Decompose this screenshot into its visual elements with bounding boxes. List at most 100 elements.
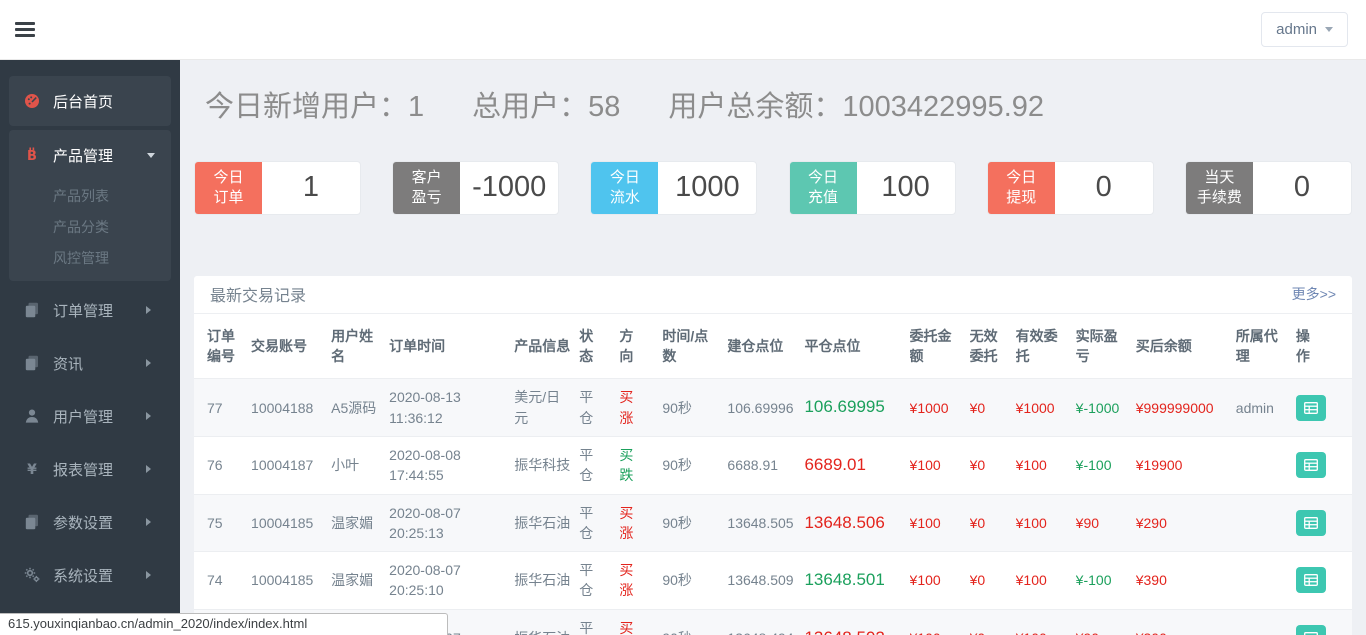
sidebar-item-1[interactable]: B 产品管理 xyxy=(9,130,171,180)
user-menu-button[interactable]: admin xyxy=(1261,12,1348,47)
topbar: admin xyxy=(0,0,1366,60)
sidebar-item-6[interactable]: 参数设置 xyxy=(9,497,171,547)
row-detail-button[interactable] xyxy=(1295,509,1326,536)
cell-invalid: ¥0 xyxy=(969,436,1016,495)
sidebar-item-label: 参数设置 xyxy=(53,514,114,532)
column-header: 所属代理 xyxy=(1235,313,1296,380)
cell-product: 振华科技 xyxy=(514,436,580,495)
sidebar-item-label: 报表管理 xyxy=(53,461,114,479)
files-icon xyxy=(23,355,41,371)
overview-stat: 今日新增用户：1 xyxy=(205,91,425,123)
cell-balance: ¥390 xyxy=(1135,551,1236,610)
sidebar-subitem[interactable]: 产品分类 xyxy=(9,211,171,242)
sidebar-menu: 后台首页 B 产品管理 产品列表 产品分类 风控管理 订单管理 资讯 用户管理 ¥ 报表管理 参数设置… xyxy=(0,76,180,600)
cell-invalid: ¥0 xyxy=(969,609,1016,635)
table-row: 77 10004188 A5源码 2020-08-13 11:36:12 美元/日元 平仓… xyxy=(194,378,1352,437)
dashboard-icon xyxy=(23,93,41,109)
sidebar-item-label: 用户管理 xyxy=(53,408,114,426)
stat-card-value: -1000 xyxy=(472,171,547,204)
cell-close-point: 13648.501 xyxy=(804,551,910,610)
row-detail-button[interactable] xyxy=(1295,452,1326,479)
cell-valid: ¥100 xyxy=(1015,436,1076,495)
cell-open-point: 13648.494 xyxy=(727,609,805,635)
cell-profit: ¥90 xyxy=(1075,494,1136,553)
chevron-down-icon xyxy=(1325,27,1333,36)
sidebar-toggle-button[interactable] xyxy=(15,22,35,37)
stat-card: 今日 流水 1000 xyxy=(590,160,758,215)
cell-balance: ¥999999000 xyxy=(1135,378,1236,437)
cell-account: 10004188 xyxy=(251,378,332,437)
sidebar-item-4[interactable]: 用户管理 xyxy=(9,391,171,441)
stat-card-value: 1000 xyxy=(675,171,740,204)
cell-order-id: 74 xyxy=(194,551,252,610)
cell-agent: admin xyxy=(1235,378,1296,437)
bitcoin-icon: B xyxy=(23,147,41,163)
column-header: 实际盈亏 xyxy=(1075,313,1136,380)
row-detail-button[interactable] xyxy=(1295,625,1326,635)
cell-action xyxy=(1295,436,1352,495)
stat-card-value: 0 xyxy=(1293,171,1310,204)
cell-open-point: 13648.505 xyxy=(727,494,805,553)
sidebar-group: B 产品管理 产品列表 产品分类 风控管理 xyxy=(9,130,171,281)
files-icon xyxy=(23,302,41,318)
column-header: 交易账号 xyxy=(251,313,332,380)
stat-card-label: 今日 充值 xyxy=(789,161,857,214)
cell-action xyxy=(1295,551,1352,610)
stat-card-label: 今日 流水 xyxy=(591,161,659,214)
hamburger-icon xyxy=(15,22,35,25)
sidebar-item-label: 后台首页 xyxy=(53,93,114,111)
cell-duration: 90秒 xyxy=(662,494,728,553)
panel-header: 最新交易记录 更多>> xyxy=(194,276,1352,314)
cell-username: A5源码 xyxy=(331,378,390,437)
username-label: admin xyxy=(1276,21,1317,38)
table-row: 75 10004185 温家媚 2020-08-07 20:25:13 振华石油 平仓 买涨… xyxy=(194,494,1352,553)
stat-card: 今日 订单 1 xyxy=(194,160,361,215)
trades-table: 订单编号 交易账号 用户姓名 订单时间 产品信息 状态 方向 时间/点数 建仓点位 平仓点位 委托金… xyxy=(194,313,1352,635)
sidebar-item-7[interactable]: 系统设置 xyxy=(9,550,171,600)
more-link[interactable]: 更多>> xyxy=(1292,284,1336,304)
cell-balance: ¥19900 xyxy=(1135,436,1236,495)
cell-account: 10004185 xyxy=(251,494,332,553)
cell-amount: ¥100 xyxy=(909,436,970,495)
cell-product: 振华石油 xyxy=(514,609,580,635)
cell-invalid: ¥0 xyxy=(969,551,1016,610)
sidebar-subitem[interactable]: 风控管理 xyxy=(9,242,171,273)
column-header: 买后余额 xyxy=(1135,313,1236,380)
cell-valid: ¥100 xyxy=(1015,551,1076,610)
cell-open-point: 6688.91 xyxy=(727,436,805,495)
sidebar-item-5[interactable]: ¥ 报表管理 xyxy=(9,444,171,494)
column-header: 有效委托 xyxy=(1015,313,1076,380)
cell-direction: 买涨 xyxy=(619,551,663,610)
column-header: 订单时间 xyxy=(389,313,515,380)
sidebar-item-0[interactable]: 后台首页 xyxy=(9,76,171,126)
cell-close-point: 13648.502 xyxy=(804,609,910,635)
table-row: 74 10004185 温家媚 2020-08-07 20:25:10 振华石油 平仓 买涨… xyxy=(194,551,1352,610)
cell-status: 平仓 xyxy=(579,436,620,495)
panel-title: 最新交易记录 xyxy=(210,288,307,306)
cell-order-time: 2020-08-07 20:25:10 xyxy=(389,551,515,610)
column-header: 委托金额 xyxy=(909,313,970,380)
table-row: 76 10004187 小叶 2020-08-08 17:44:55 振华科技 平仓 买跌 9… xyxy=(194,436,1352,495)
sidebar-item-3[interactable]: 资讯 xyxy=(9,338,171,388)
cell-invalid: ¥0 xyxy=(969,378,1016,437)
sidebar-item-2[interactable]: 订单管理 xyxy=(9,285,171,335)
chevron-right-icon xyxy=(146,571,155,579)
cell-profit: ¥-100 xyxy=(1075,551,1136,610)
cell-amount: ¥1000 xyxy=(909,378,970,437)
row-detail-button[interactable] xyxy=(1295,394,1326,421)
cell-status: 平仓 xyxy=(579,609,620,635)
cell-order-id: 77 xyxy=(194,378,252,437)
column-header: 建仓点位 xyxy=(727,313,805,380)
cell-order-time: 2020-08-08 17:44:55 xyxy=(389,436,515,495)
chevron-right-icon xyxy=(146,306,155,314)
gears-icon xyxy=(23,567,41,583)
row-detail-button[interactable] xyxy=(1295,567,1326,594)
column-header: 平仓点位 xyxy=(804,313,910,380)
sidebar-subitem[interactable]: 产品列表 xyxy=(9,180,171,211)
table-header-row: 订单编号 交易账号 用户姓名 订单时间 产品信息 状态 方向 时间/点数 建仓点位 平仓点位 委托金… xyxy=(194,313,1352,380)
chevron-right-icon xyxy=(146,412,155,420)
cell-username: 温家媚 xyxy=(331,551,390,610)
cell-amount: ¥100 xyxy=(909,609,970,635)
cell-profit: ¥-1000 xyxy=(1075,378,1136,437)
chevron-down-icon xyxy=(147,152,155,162)
